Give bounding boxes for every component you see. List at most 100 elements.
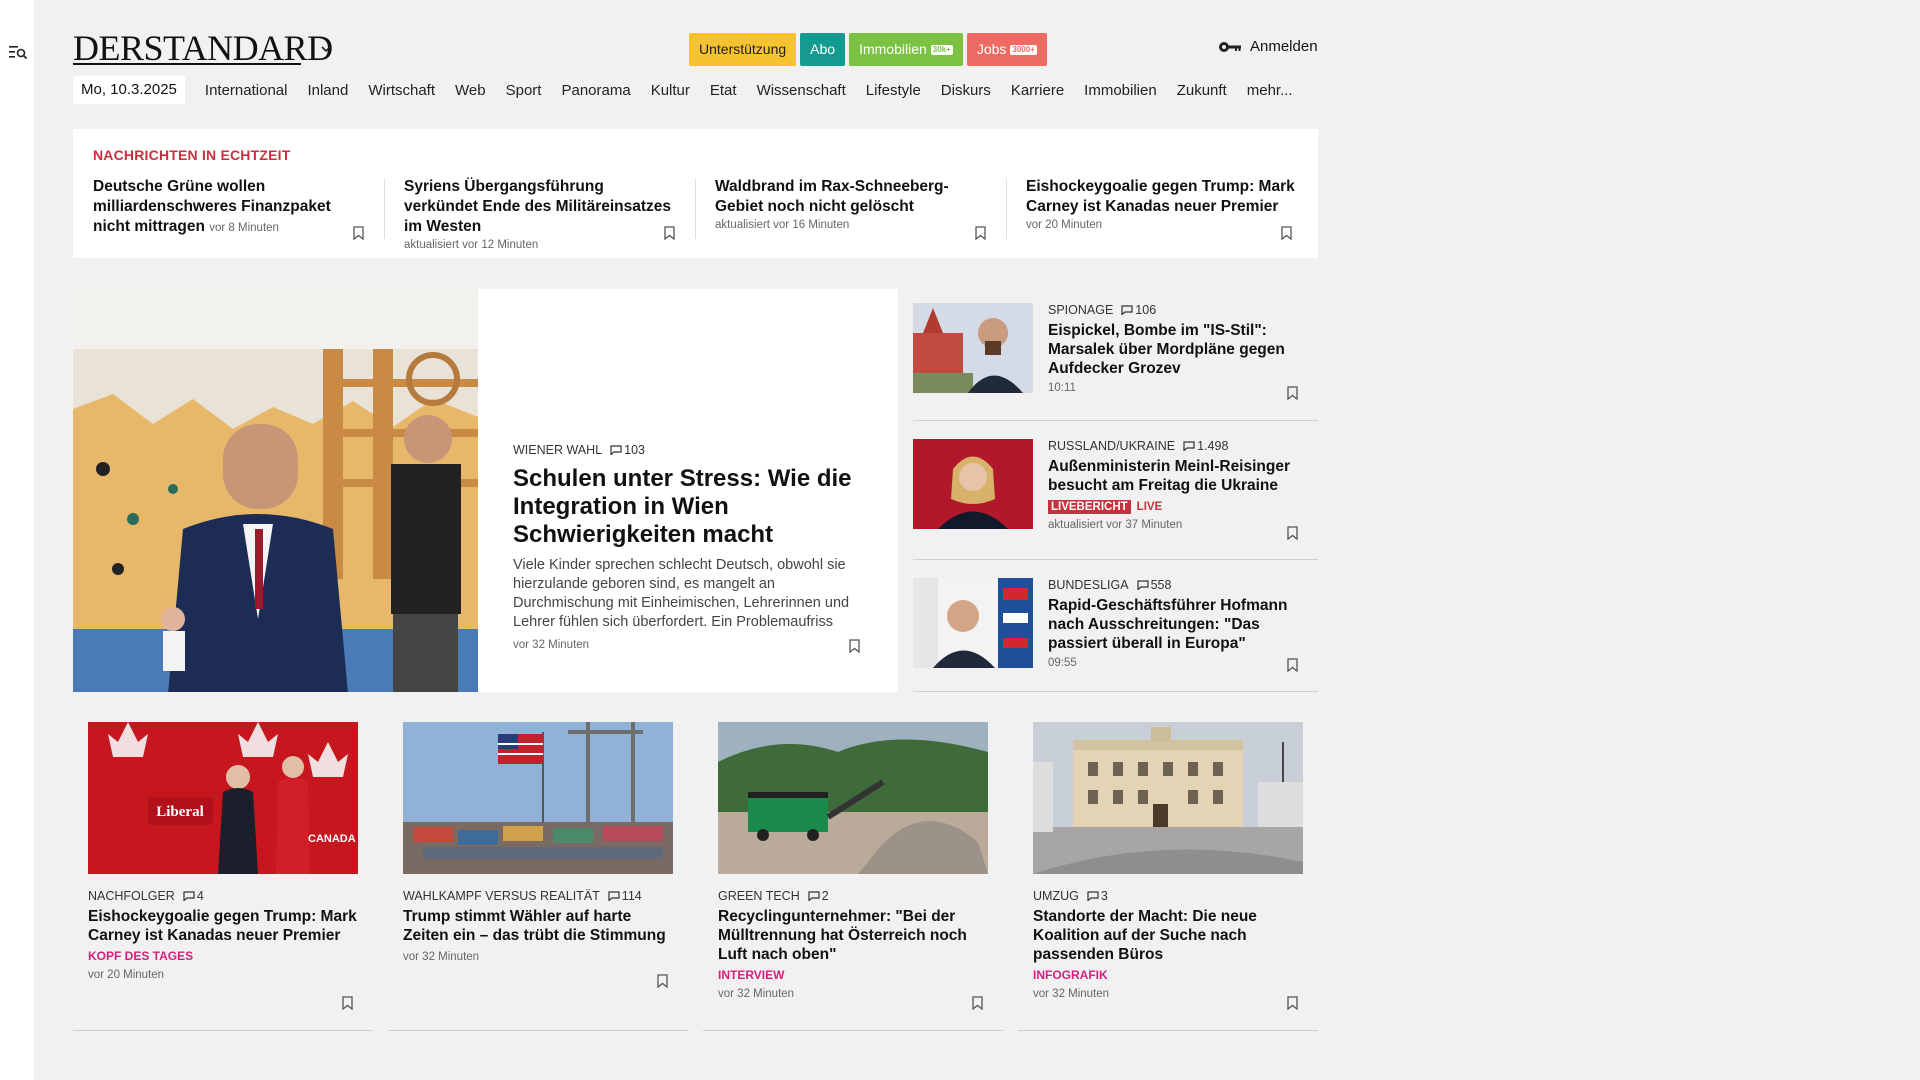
side-kicker[interactable]: SPIONAGE 106 [1048, 303, 1313, 317]
bookmark-icon[interactable] [975, 226, 986, 240]
lead-kicker[interactable]: WIENER WAHL 103 [513, 443, 645, 457]
live-headline[interactable]: Syriens Übergangsführung verkündet Ende … [404, 177, 674, 237]
nav-international[interactable]: International [205, 82, 288, 99]
lead-story-image[interactable] [73, 289, 478, 692]
nav-wirtschaft[interactable]: Wirtschaft [368, 82, 435, 99]
nav-kultur[interactable]: Kultur [651, 82, 690, 99]
card-headline[interactable]: Recyclingunternehmer: "Bei der Mülltrenn… [718, 907, 988, 964]
card-kicker[interactable]: GREEN TECH 2 [718, 889, 988, 903]
lead-section[interactable]: WIENER WAHL [513, 443, 602, 457]
card-kicker[interactable]: UMZUG 3 [1033, 889, 1303, 903]
nav-wissenschaft[interactable]: Wissenschaft [757, 82, 846, 99]
card-section[interactable]: WAHLKAMPF VERSUS REALITÄT [403, 889, 600, 903]
comment-count[interactable]: 3 [1087, 889, 1108, 903]
live-headline[interactable]: Eishockeygoalie gegen Trump: Mark Carney… [1026, 177, 1296, 217]
comment-icon [1183, 441, 1195, 451]
card-tag[interactable]: INFOGRAFIK [1033, 968, 1303, 982]
nav-immobilien[interactable]: Immobilien [1084, 82, 1157, 99]
bookmark-icon[interactable] [1287, 386, 1298, 400]
lead-comment-count: 103 [624, 443, 645, 457]
nav-lifestyle[interactable]: Lifestyle [866, 82, 921, 99]
nav-web[interactable]: Web [455, 82, 486, 99]
bookmark-icon[interactable] [342, 996, 353, 1010]
comment-count[interactable]: 103 [610, 443, 645, 457]
card-section[interactable]: GREEN TECH [718, 889, 800, 903]
card-headline[interactable]: Trump stimmt Wähler auf harte Zeiten ein… [403, 907, 673, 945]
side-story-image[interactable] [913, 578, 1033, 668]
bookmark-icon[interactable] [1287, 996, 1298, 1010]
story-card-image[interactable] [1033, 722, 1303, 874]
side-headline[interactable]: Rapid-Geschäftsführer Hofmann nach Aussc… [1048, 596, 1313, 653]
story-card[interactable]: WAHLKAMPF VERSUS REALITÄT 114 Trump stim… [403, 722, 673, 1022]
live-item[interactable]: Eishockeygoalie gegen Trump: Mark Carney… [1026, 177, 1296, 241]
bookmark-icon[interactable] [849, 639, 860, 653]
menu-search-icon[interactable] [9, 44, 27, 60]
comment-count[interactable]: 4 [183, 889, 204, 903]
side-story[interactable]: SPIONAGE 106 Eispickel, Bombe im "IS-Sti… [913, 289, 1318, 412]
live-item[interactable]: Deutsche Grüne wollen milliardenschweres… [93, 177, 363, 241]
immobilien-button[interactable]: Immobilien 30k+ [849, 33, 963, 66]
side-kicker[interactable]: BUNDESLIGA 558 [1048, 578, 1313, 592]
nav-more[interactable]: mehr... [1247, 82, 1293, 99]
card-section[interactable]: NACHFOLGER [88, 889, 175, 903]
card-comment-count: 3 [1100, 889, 1108, 903]
bookmark-icon[interactable] [1287, 526, 1298, 540]
nav-zukunft[interactable]: Zukunft [1177, 82, 1227, 99]
side-headline[interactable]: Eispickel, Bombe im "IS-Stil": Marsalek … [1048, 321, 1313, 378]
nav-karriere[interactable]: Karriere [1011, 82, 1064, 99]
lead-teaser[interactable]: Viele Kinder sprechen schlecht Deutsch, … [513, 556, 873, 632]
bookmark-icon[interactable] [657, 974, 668, 988]
nav-sport[interactable]: Sport [506, 82, 542, 99]
story-card-image[interactable] [718, 722, 988, 874]
story-card[interactable]: UMZUG 3 Standorte der Macht: Die neue Ko… [1033, 722, 1303, 1022]
bookmark-icon[interactable] [1281, 226, 1292, 240]
bookmark-icon[interactable] [972, 996, 983, 1010]
current-date: Mo, 10.3.2025 [73, 76, 185, 104]
lead-story[interactable]: WIENER WAHL 103 Schulen unter Stress: Wi… [73, 289, 898, 692]
card-tag[interactable]: INTERVIEW [718, 968, 988, 982]
live-item[interactable]: Waldbrand im Rax-Schneeberg-Gebiet noch … [715, 177, 985, 241]
story-card-image[interactable]: Liberal CANADA STRONG [88, 722, 358, 874]
side-story[interactable]: BUNDESLIGA 558 Rapid-Geschäftsführer Hof… [913, 564, 1318, 687]
card-tag[interactable]: KOPF DES TAGES [88, 949, 358, 963]
comment-count[interactable]: 558 [1136, 578, 1171, 592]
comment-count[interactable]: 2 [808, 889, 829, 903]
card-section[interactable]: UMZUG [1033, 889, 1079, 903]
live-item[interactable]: Syriens Übergangsführung verkündet Ende … [404, 177, 674, 251]
lead-headline[interactable]: Schulen unter Stress: Wie die Integratio… [513, 465, 873, 549]
story-card[interactable]: GREEN TECH 2 Recyclingunternehmer: "Bei … [718, 722, 988, 1022]
nav-inland[interactable]: Inland [307, 82, 348, 99]
card-headline[interactable]: Standorte der Macht: Die neue Koalition … [1033, 907, 1303, 964]
jobs-button[interactable]: Jobs 3000+ [966, 33, 1047, 66]
side-section[interactable]: SPIONAGE [1048, 303, 1113, 317]
live-meta: vor 20 Minuten [1026, 219, 1103, 231]
comment-count[interactable]: 106 [1121, 303, 1156, 317]
comment-count[interactable]: 1.498 [1183, 439, 1228, 453]
card-kicker[interactable]: WAHLKAMPF VERSUS REALITÄT 114 [403, 889, 673, 903]
chevron-down-icon[interactable] [319, 42, 333, 56]
side-section[interactable]: BUNDESLIGA [1048, 578, 1129, 592]
side-story-image[interactable] [913, 439, 1033, 529]
story-card[interactable]: Liberal CANADA STRONG NACHFOLGER 4 Eisho… [88, 722, 358, 1022]
side-story[interactable]: RUSSLAND/UKRAINE 1.498 Außenministerin M… [913, 425, 1318, 548]
card-kicker[interactable]: NACHFOLGER 4 [88, 889, 358, 903]
side-kicker[interactable]: RUSSLAND/UKRAINE 1.498 [1048, 439, 1313, 453]
support-button[interactable]: Unterstützung [689, 33, 797, 66]
comment-count[interactable]: 114 [608, 889, 642, 903]
bookmark-icon[interactable] [353, 226, 364, 240]
live-headline[interactable]: Waldbrand im Rax-Schneeberg-Gebiet noch … [715, 177, 985, 217]
nav-etat[interactable]: Etat [710, 82, 737, 99]
side-headline[interactable]: Außenministerin Meinl-Reisinger besucht … [1048, 457, 1313, 495]
site-logo[interactable]: DERSTANDARD [73, 28, 333, 68]
side-timestamp: 10:11 [1048, 382, 1076, 394]
bookmark-icon[interactable] [1287, 658, 1298, 672]
nav-diskurs[interactable]: Diskurs [941, 82, 991, 99]
card-headline[interactable]: Eishockeygoalie gegen Trump: Mark Carney… [88, 907, 358, 945]
abo-button[interactable]: Abo [800, 33, 846, 66]
story-card-image[interactable] [403, 722, 673, 874]
side-story-image[interactable] [913, 303, 1033, 393]
bookmark-icon[interactable] [664, 226, 675, 240]
nav-panorama[interactable]: Panorama [561, 82, 630, 99]
login-button[interactable]: Anmelden [1218, 38, 1318, 55]
side-section[interactable]: RUSSLAND/UKRAINE [1048, 439, 1175, 453]
